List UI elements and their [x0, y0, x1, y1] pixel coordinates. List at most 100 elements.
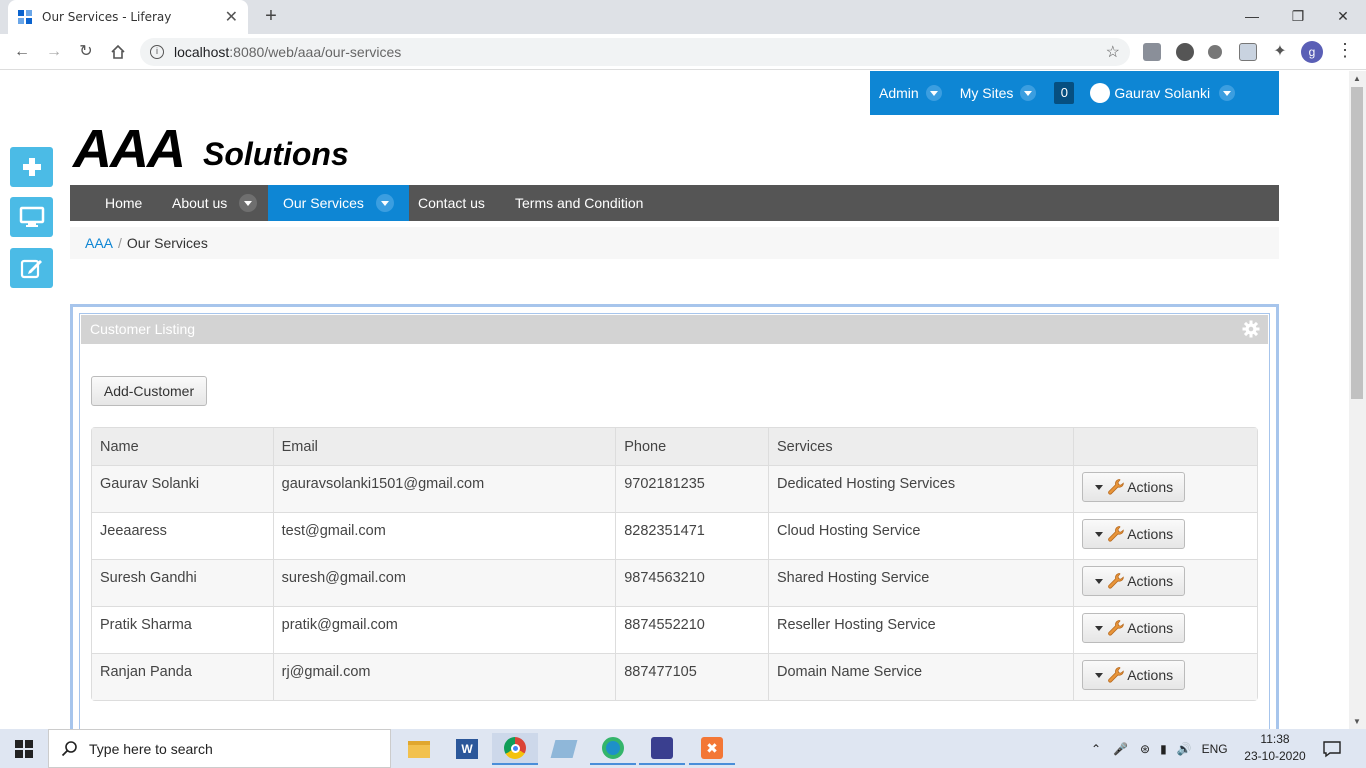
user-avatar: [1090, 83, 1111, 103]
column-header-actions: [1073, 428, 1257, 465]
cell-service: Domain Name Service: [767, 653, 1074, 700]
home-icon[interactable]: [106, 40, 130, 64]
chrome-icon[interactable]: [492, 733, 538, 765]
scroll-down-icon[interactable]: ▼: [1353, 717, 1361, 726]
my-sites-menu[interactable]: My Sites: [960, 85, 1037, 101]
edge-app-icon[interactable]: [590, 733, 636, 765]
cell-actions: Actions: [1073, 512, 1257, 559]
new-tab-button[interactable]: +: [260, 4, 282, 28]
nav-terms-label: Terms and Condition: [515, 195, 644, 211]
actions-menu-button[interactable]: Actions: [1082, 566, 1186, 596]
search-icon: [61, 740, 77, 756]
extension-icon[interactable]: [1176, 43, 1194, 61]
wrench-icon: [1108, 667, 1124, 683]
admin-label: Admin: [879, 85, 919, 101]
add-content-button[interactable]: [10, 147, 53, 187]
taskbar-search[interactable]: Type here to search: [48, 729, 391, 768]
back-icon[interactable]: ←: [10, 40, 34, 64]
nav-contact-us[interactable]: Contact us: [403, 185, 500, 221]
gear-icon[interactable]: [1242, 320, 1260, 338]
cell-phone: 9702181235: [615, 465, 768, 512]
browser-tab[interactable]: Our Services - Liferay ✕: [8, 0, 248, 34]
my-sites-label: My Sites: [959, 85, 1014, 101]
table-row: Jeeaaress test@gmail.com 8282351471 Cloud H…: [92, 512, 1257, 559]
nav-terms[interactable]: Terms and Condition: [500, 185, 658, 221]
windows-start-icon[interactable]: [15, 740, 33, 758]
nav-our-services[interactable]: Our Services: [268, 185, 409, 221]
extension-icon[interactable]: [1143, 43, 1161, 61]
caret-down-icon[interactable]: [239, 194, 258, 212]
browser-menu-icon[interactable]: ⋮: [1336, 40, 1354, 61]
taskbar-clock[interactable]: 11:38 23-10-2020: [1240, 731, 1310, 765]
cell-service: Dedicated Hosting Services: [767, 465, 1074, 512]
cell-phone: 887477105: [615, 653, 768, 700]
add-customer-button[interactable]: Add-Customer: [91, 376, 207, 406]
tab-title: Our Services - Liferay: [42, 10, 172, 24]
cell-email: rj@gmail.com: [272, 653, 616, 700]
cell-name: Suresh Gandhi: [92, 559, 273, 606]
cell-email: pratik@gmail.com: [272, 606, 616, 653]
minimize-icon[interactable]: —: [1229, 0, 1275, 34]
profile-avatar[interactable]: g: [1301, 41, 1323, 63]
language-indicator[interactable]: ENG: [1202, 742, 1228, 756]
reload-icon[interactable]: ↻: [74, 40, 98, 64]
actions-menu-button[interactable]: Actions: [1082, 613, 1186, 643]
column-header-services[interactable]: Services: [767, 428, 1074, 465]
actions-menu-button[interactable]: Actions: [1082, 519, 1186, 549]
caret-down-icon[interactable]: [375, 194, 394, 212]
table-row: Suresh Gandhi suresh@gmail.com 9874563210 S…: [92, 559, 1257, 606]
page-scrollbar[interactable]: ▲ ▼: [1349, 71, 1366, 729]
notepad-app-icon[interactable]: [541, 733, 587, 765]
user-menu[interactable]: Gaurav Solanki: [1090, 83, 1236, 103]
breadcrumb-current: Our Services: [126, 235, 208, 251]
tray-expand-icon[interactable]: ⌃: [1091, 742, 1101, 756]
edit-icon: [20, 259, 42, 279]
breadcrumb-root-link[interactable]: AAA: [85, 235, 113, 251]
monitor-icon: [19, 206, 44, 227]
logo-aaa[interactable]: AAA: [73, 118, 186, 180]
site-info-icon[interactable]: i: [150, 45, 164, 59]
clock-date: 23-10-2020: [1244, 749, 1306, 763]
actions-menu-button[interactable]: Actions: [1082, 472, 1186, 502]
tab-close-icon[interactable]: ✕: [225, 7, 238, 27]
caret-down-icon: [1095, 531, 1104, 537]
bookmark-star-icon[interactable]: ☆: [1106, 42, 1120, 62]
column-header-email[interactable]: Email: [272, 428, 616, 465]
volume-icon[interactable]: 🔊: [1177, 742, 1192, 756]
battery-icon[interactable]: ▮: [1160, 742, 1167, 756]
scrollbar-thumb[interactable]: [1351, 87, 1363, 399]
scroll-up-icon[interactable]: ▲: [1353, 74, 1361, 83]
system-tray: ⌃ 🎤 ⊛ ▮ 🔊 ENG: [1091, 729, 1228, 768]
liferay-app-icon[interactable]: [639, 733, 685, 765]
forward-icon[interactable]: →: [42, 40, 66, 64]
preview-button[interactable]: [10, 197, 53, 237]
word-icon[interactable]: W: [444, 733, 490, 765]
address-bar[interactable]: i localhost:8080/web/aaa/our-services ☆: [140, 38, 1130, 66]
cell-service: Cloud Hosting Service: [767, 512, 1074, 559]
column-header-name[interactable]: Name: [92, 428, 273, 465]
edit-page-button[interactable]: [10, 248, 53, 288]
extensions-puzzle-icon[interactable]: ✦: [1271, 43, 1289, 61]
xampp-icon[interactable]: ✖: [689, 733, 735, 765]
table-row: Pratik Sharma pratik@gmail.com 8874552210 R…: [92, 606, 1257, 653]
notification-count-badge[interactable]: 0: [1054, 82, 1075, 104]
close-window-icon[interactable]: ✕: [1320, 0, 1366, 34]
wifi-icon[interactable]: ⊛: [1140, 742, 1150, 756]
actions-menu-button[interactable]: Actions: [1082, 660, 1186, 690]
cell-phone: 8874552210: [615, 606, 768, 653]
cell-name: Jeeaaress: [92, 512, 273, 559]
file-explorer-icon[interactable]: [396, 733, 442, 765]
admin-menu[interactable]: Admin: [879, 85, 942, 101]
extension-icon[interactable]: [1239, 43, 1257, 61]
actions-label: Actions: [1127, 479, 1174, 495]
extension-icon[interactable]: [1208, 45, 1222, 59]
nav-home[interactable]: Home: [90, 185, 157, 221]
logo-solutions[interactable]: Solutions: [203, 136, 349, 173]
restore-icon[interactable]: ❐: [1275, 0, 1321, 34]
clock-time: 11:38: [1260, 732, 1290, 746]
cell-actions: Actions: [1073, 465, 1257, 512]
nav-about-us[interactable]: About us: [157, 185, 272, 221]
microphone-icon[interactable]: 🎤: [1113, 742, 1128, 756]
column-header-phone[interactable]: Phone: [615, 428, 768, 465]
notification-center-icon[interactable]: [1322, 729, 1342, 768]
